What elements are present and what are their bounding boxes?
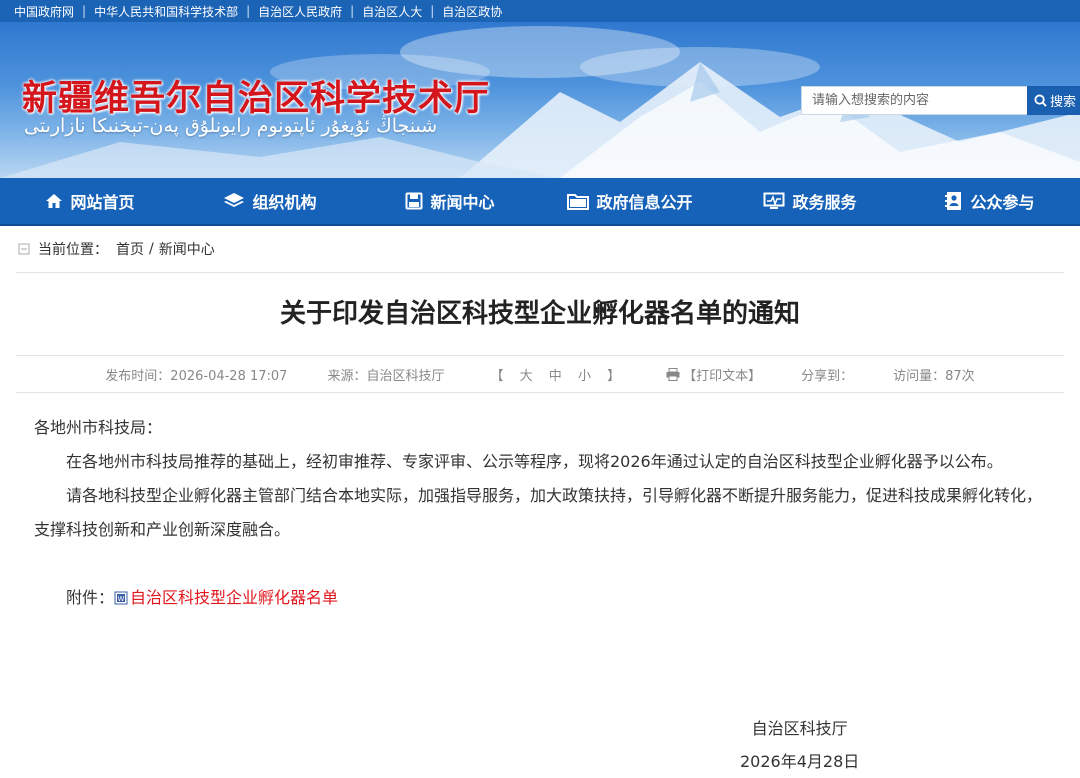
breadcrumb-prefix: 当前位置：: [38, 242, 108, 258]
svg-text:W: W: [118, 595, 125, 603]
top-links-bar: 中国政府网 | 中华人民共和国科学技术部 | 自治区人民政府 | 自治区人大 |…: [0, 0, 1080, 22]
font-size-small-button[interactable]: 小: [578, 369, 591, 384]
top-link-cppcc[interactable]: 自治区政协: [442, 3, 502, 20]
article-source: 来源：自治区科技厅: [327, 368, 445, 384]
bracket-close: 】: [607, 368, 621, 384]
article-title: 关于印发自治区科技型企业孵化器名单的通知: [16, 273, 1064, 356]
signature-org: 自治区科技厅: [751, 719, 848, 738]
search-icon: [1034, 94, 1047, 107]
contact-card-icon: [945, 192, 962, 210]
font-size-medium-button[interactable]: 中: [549, 369, 562, 384]
layers-icon: [224, 193, 245, 207]
location-icon: [18, 243, 30, 255]
nav-item-news[interactable]: 新闻中心: [360, 189, 540, 213]
publish-time: 发布时间：2026-04-28 17:07: [105, 368, 288, 384]
top-link-divider: |: [82, 4, 87, 18]
word-doc-icon: W: [114, 591, 128, 605]
save-icon: [405, 192, 423, 210]
site-title: 新疆维吾尔自治区科学技术厅: [22, 78, 491, 119]
nav-item-services[interactable]: 政务服务: [720, 189, 900, 213]
attachment-row: 附件： W 自治区科技型企业孵化器名单: [34, 581, 1046, 615]
site-banner: 新疆维吾尔自治区科学技术厅 شىنجاڭ ئۇيغۇر ئاپتونوم راي…: [0, 22, 1080, 178]
print-button[interactable]: 【打印文本】: [666, 365, 761, 384]
printer-icon: [666, 367, 680, 381]
top-link-regional-gov[interactable]: 自治区人民政府: [258, 3, 342, 20]
search-box: 搜索: [801, 86, 1080, 115]
article-paragraph: 请各地科技型企业孵化器主管部门结合本地实际，加强指导服务，加大政策扶持，引导孵化…: [34, 486, 1043, 539]
print-label: 【打印文本】: [683, 368, 762, 384]
nav-item-label: 新闻中心: [430, 193, 495, 212]
bracket-open: 【: [490, 368, 504, 384]
monitor-icon: [763, 192, 785, 209]
breadcrumb-separator: /: [149, 241, 154, 257]
nav-item-label: 组织机构: [252, 193, 317, 212]
article-meta-bar: 发布时间：2026-04-28 17:07 来源：自治区科技厅 【 大 中 小 …: [16, 356, 1064, 393]
search-input[interactable]: [801, 86, 1027, 115]
article-body: 各地州市科技局： 在各地州市科技局推荐的基础上，经初审推荐、专家评审、公示等程序…: [0, 411, 1080, 615]
top-link-divider: |: [430, 4, 435, 18]
nav-item-label: 政府信息公开: [596, 193, 693, 212]
nav-item-home[interactable]: 网站首页: [0, 189, 180, 213]
share-label: 分享到：: [801, 368, 854, 384]
search-button-label: 搜索: [1049, 95, 1076, 110]
nav-item-label: 公众参与: [970, 193, 1035, 212]
nav-item-gov-info[interactable]: 政府信息公开: [540, 189, 720, 213]
main-nav: 网站首页 组织机构 新闻中心 政府信息公开 政务服务 公众参与: [0, 178, 1080, 226]
attachment-link[interactable]: 自治区科技型企业孵化器名单: [130, 588, 338, 607]
article-greeting: 各地州市科技局：: [34, 418, 163, 437]
breadcrumb: 当前位置： 首页 / 新闻中心: [16, 226, 1064, 273]
top-link-divider: |: [246, 4, 251, 18]
folder-icon: [567, 194, 590, 210]
breadcrumb-home-link[interactable]: 首页: [116, 239, 144, 259]
article-signature: 自治区科技厅 2026年4月28日: [740, 712, 859, 778]
signature-date: 2026年4月28日: [740, 752, 860, 771]
home-icon: [46, 194, 63, 208]
article-paragraph: 在各地州市科技局推荐的基础上，经初审推荐、专家评审、公示等程序，现将2026年通…: [66, 452, 1003, 471]
top-link-gov[interactable]: 中国政府网: [14, 3, 74, 20]
nav-item-label: 网站首页: [70, 193, 135, 212]
top-link-most[interactable]: 中华人民共和国科学技术部: [94, 3, 238, 20]
top-link-peoples-congress[interactable]: 自治区人大: [362, 3, 422, 20]
search-button[interactable]: 搜索: [1027, 86, 1080, 115]
nav-item-participation[interactable]: 公众参与: [900, 189, 1080, 213]
font-size-large-button[interactable]: 大: [520, 369, 533, 384]
visit-count: 访问量：87次: [893, 368, 975, 384]
nav-item-organization[interactable]: 组织机构: [180, 189, 360, 213]
breadcrumb-current-link[interactable]: 新闻中心: [159, 239, 215, 259]
site-subtitle-uyghur: شىنجاڭ ئۇيغۇر ئاپتونوم رايونلۇق پەن-تېخن…: [24, 115, 438, 137]
top-link-divider: |: [350, 4, 355, 18]
font-size-switcher: 【 大 中 小 】: [484, 365, 626, 384]
nav-item-label: 政务服务: [792, 193, 857, 212]
attachment-label: 附件：: [66, 588, 115, 607]
